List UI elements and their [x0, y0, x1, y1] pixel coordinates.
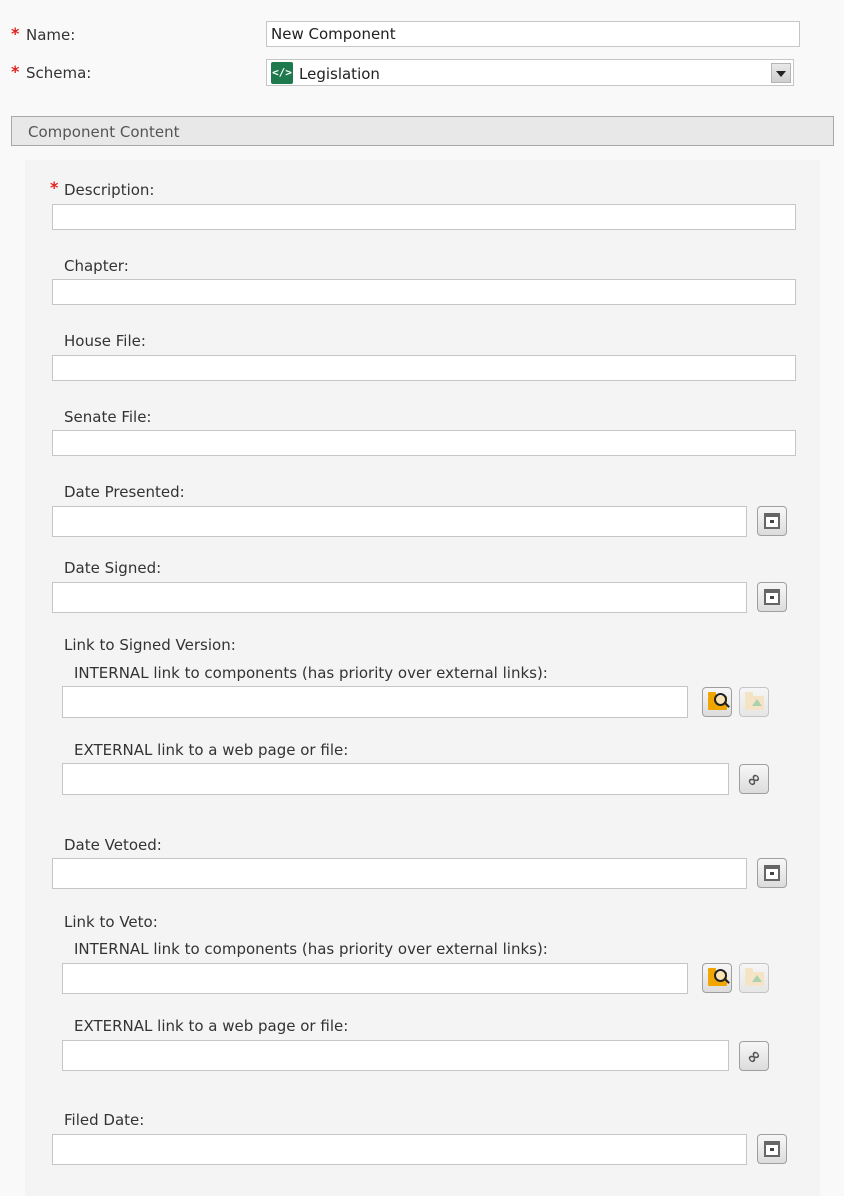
- upload-arrow-icon: [752, 699, 762, 706]
- required-marker: *: [50, 178, 59, 197]
- veto-upload-button[interactable]: [739, 963, 769, 993]
- signed-internal-link-input[interactable]: [62, 686, 688, 718]
- name-input[interactable]: New Component: [266, 21, 800, 47]
- external-link-label: EXTERNAL link to a web page or file:: [74, 741, 349, 759]
- house-file-input[interactable]: [52, 355, 796, 381]
- required-marker: *: [11, 24, 20, 43]
- date-presented-label: Date Presented:: [64, 483, 185, 501]
- required-marker: *: [11, 62, 20, 81]
- description-input[interactable]: [52, 204, 796, 230]
- signed-hyperlink-button[interactable]: ∞: [739, 764, 769, 794]
- filed-date-label: Filed Date:: [64, 1111, 145, 1129]
- schema-select[interactable]: </> Legislation: [266, 59, 794, 86]
- name-label: Name:: [26, 26, 76, 44]
- filed-date-calendar-button[interactable]: [757, 1134, 787, 1164]
- date-signed-calendar-button[interactable]: [757, 582, 787, 612]
- magnifier-icon: [714, 969, 727, 982]
- internal-link-label: INTERNAL link to components (has priorit…: [74, 664, 548, 682]
- date-signed-label: Date Signed:: [64, 559, 162, 577]
- schema-label: Schema:: [26, 64, 92, 82]
- veto-external-link-input[interactable]: [62, 1040, 729, 1071]
- house-file-label: House File:: [64, 332, 146, 350]
- chapter-input[interactable]: [52, 279, 796, 305]
- calendar-icon: [764, 589, 780, 605]
- chevron-down-icon[interactable]: [771, 63, 791, 83]
- internal-link-label: INTERNAL link to components (has priorit…: [74, 940, 548, 958]
- filed-date-input[interactable]: [52, 1134, 747, 1165]
- date-vetoed-input[interactable]: [52, 858, 747, 889]
- calendar-icon: [764, 1141, 780, 1157]
- signed-browse-button[interactable]: [702, 687, 732, 717]
- hyperlink-icon: ∞: [741, 1044, 767, 1070]
- date-vetoed-calendar-button[interactable]: [757, 858, 787, 888]
- signed-external-link-input[interactable]: [62, 763, 729, 795]
- veto-browse-button[interactable]: [702, 963, 732, 993]
- hyperlink-icon: ∞: [741, 767, 767, 793]
- senate-file-label: Senate File:: [64, 408, 152, 426]
- section-header[interactable]: Component Content: [11, 116, 834, 146]
- link-veto-label: Link to Veto:: [64, 913, 158, 931]
- signed-upload-button[interactable]: [739, 687, 769, 717]
- calendar-icon: [764, 513, 780, 529]
- chapter-label: Chapter:: [64, 257, 129, 275]
- date-presented-calendar-button[interactable]: [757, 506, 787, 536]
- schema-icon: </>: [271, 62, 293, 84]
- senate-file-input[interactable]: [52, 430, 796, 456]
- calendar-icon: [764, 865, 780, 881]
- description-label: Description:: [64, 181, 155, 199]
- upload-arrow-icon: [752, 975, 762, 982]
- link-signed-label: Link to Signed Version:: [64, 636, 236, 654]
- date-presented-input[interactable]: [52, 506, 747, 537]
- date-signed-input[interactable]: [52, 582, 747, 613]
- magnifier-icon: [714, 693, 727, 706]
- external-link-label: EXTERNAL link to a web page or file:: [74, 1017, 349, 1035]
- schema-value: Legislation: [299, 65, 380, 83]
- veto-internal-link-input[interactable]: [62, 963, 688, 994]
- date-vetoed-label: Date Vetoed:: [64, 836, 162, 854]
- veto-hyperlink-button[interactable]: ∞: [739, 1041, 769, 1071]
